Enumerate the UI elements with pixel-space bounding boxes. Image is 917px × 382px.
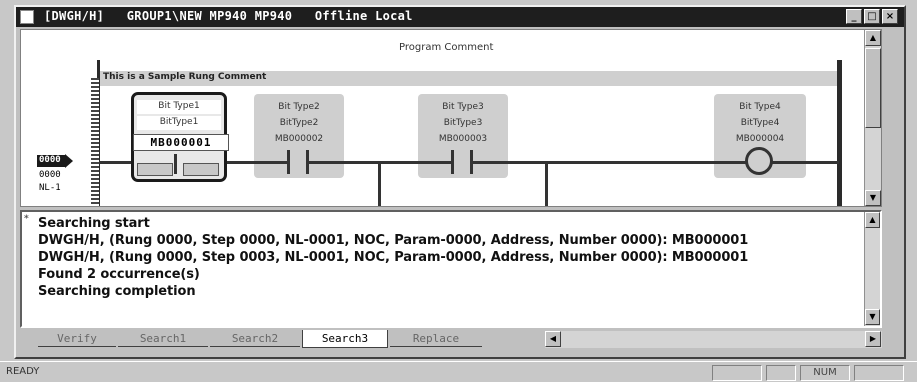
contact-3-address: MB000003 bbox=[438, 134, 488, 144]
contact-3-line2: BitType3 bbox=[443, 118, 483, 128]
scroll-right-button[interactable]: ▶ bbox=[865, 331, 881, 347]
tab-search1[interactable]: Search1 bbox=[118, 330, 208, 347]
status-panel-caps bbox=[712, 365, 762, 381]
program-comment: Program Comment bbox=[399, 42, 494, 53]
scroll-down-button[interactable]: ▼ bbox=[865, 190, 881, 206]
output-line: Found 2 occurrence(s) bbox=[38, 267, 200, 282]
ladder-scroll-thumb[interactable] bbox=[865, 48, 881, 128]
output-tabs: Verify Search1 Search2 Search3 Replace bbox=[20, 330, 560, 349]
scroll-up-button[interactable]: ▲ bbox=[865, 30, 881, 46]
contact-1-bar bbox=[174, 154, 177, 174]
right-power-rail bbox=[837, 60, 842, 206]
contact-3-bar-right bbox=[470, 150, 473, 174]
output-vertical-scrollbar[interactable]: ▲ ▼ bbox=[864, 212, 880, 326]
output-line: DWGH/H, (Rung 0000, Step 0003, NL-0001, … bbox=[38, 250, 749, 265]
scroll-left-button[interactable]: ◀ bbox=[545, 331, 561, 347]
output-line: Searching start bbox=[38, 216, 150, 231]
branch-drop-1 bbox=[378, 161, 381, 206]
tab-search3[interactable]: Search3 bbox=[302, 330, 388, 348]
rung-pointer-icon bbox=[65, 154, 73, 168]
contact-1-address-field[interactable]: MB000001 bbox=[133, 134, 229, 151]
coil-4-address: MB000004 bbox=[735, 134, 785, 144]
contact-2-address: MB000002 bbox=[274, 134, 324, 144]
rail-hatch bbox=[91, 78, 99, 206]
contact-2-bar-left bbox=[287, 150, 290, 174]
tab-search2[interactable]: Search2 bbox=[210, 330, 300, 347]
contact-2-line2: BitType2 bbox=[279, 118, 319, 128]
coil-4-line1: Bit Type4 bbox=[739, 102, 781, 112]
contact-3-bar-left bbox=[451, 150, 454, 174]
contact-2-gap bbox=[289, 152, 307, 172]
status-panel-scroll bbox=[766, 365, 796, 381]
output-scroll-up-button[interactable]: ▲ bbox=[865, 212, 880, 228]
tab-replace[interactable]: Replace bbox=[390, 330, 482, 347]
contact-1-right-handle[interactable] bbox=[183, 163, 219, 176]
window-system-icon[interactable] bbox=[20, 10, 34, 24]
output-line: Searching completion bbox=[38, 284, 196, 299]
output-scroll-down-button[interactable]: ▼ bbox=[865, 309, 880, 325]
contact-3-gap bbox=[453, 152, 471, 172]
contact-1-line1: Bit Type1 bbox=[158, 101, 200, 111]
output-horizontal-scrollbar[interactable]: ◀ ▶ bbox=[545, 331, 882, 348]
minimize-button[interactable]: _ bbox=[846, 9, 862, 24]
output-marker-icon: * bbox=[24, 214, 29, 224]
rung-number-label: 0000 bbox=[39, 155, 61, 165]
ladder-vertical-scrollbar[interactable]: ▲ ▼ bbox=[864, 30, 881, 206]
branch-drop-2 bbox=[545, 161, 548, 206]
close-button[interactable]: × bbox=[882, 9, 898, 24]
status-num: NUM bbox=[800, 365, 850, 381]
maximize-button[interactable]: □ bbox=[864, 9, 880, 24]
status-ready: READY bbox=[6, 366, 40, 377]
status-bar: READY NUM bbox=[0, 361, 917, 382]
ladder-editor[interactable]: Program Comment This is a Sample Rung Co… bbox=[20, 29, 882, 207]
output-line: DWGH/H, (Rung 0000, Step 0000, NL-0001, … bbox=[38, 233, 749, 248]
coil-4-line2: BitType4 bbox=[740, 118, 780, 128]
status-panel-ovr bbox=[854, 365, 904, 381]
contact-1-line2: BitType1 bbox=[159, 117, 199, 127]
window-title: [DWGH/H] GROUP1\NEW MP940 MP940 Offline … bbox=[44, 9, 413, 23]
title-bar[interactable]: [DWGH/H] GROUP1\NEW MP940 MP940 Offline … bbox=[16, 7, 904, 27]
coil-icon bbox=[745, 147, 773, 175]
search-output-pane[interactable]: Searching start DWGH/H, (Rung 0000, Step… bbox=[20, 210, 882, 328]
contact-3-line1: Bit Type3 bbox=[442, 102, 484, 112]
rung-comment: This is a Sample Rung Comment bbox=[103, 72, 267, 82]
network-label: NL-1 bbox=[39, 183, 61, 193]
contact-1-left-handle[interactable] bbox=[137, 163, 173, 176]
contact-2-bar-right bbox=[306, 150, 309, 174]
contact-2-line1: Bit Type2 bbox=[278, 102, 320, 112]
tab-verify[interactable]: Verify bbox=[38, 330, 116, 347]
step-number-label: 0000 bbox=[39, 170, 61, 180]
